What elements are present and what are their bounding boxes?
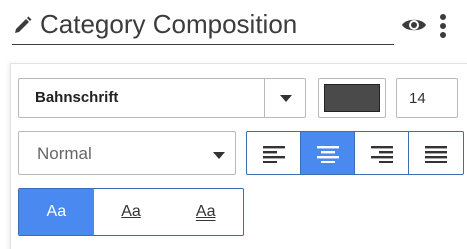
text-format-panel-root: Category Composition Bahnschrift 14 Norm… <box>0 0 467 249</box>
align-justify-button[interactable] <box>409 132 463 174</box>
align-right-button[interactable] <box>355 132 409 174</box>
select-divider <box>264 79 265 117</box>
align-justify-icon <box>425 146 447 163</box>
font-weight-value: Normal <box>37 144 92 163</box>
font-size-value: 14 <box>409 90 426 107</box>
font-color-picker[interactable] <box>318 78 386 118</box>
align-right-icon <box>371 146 393 163</box>
font-size-input[interactable]: 14 <box>396 78 458 118</box>
text-style-double-underline-label: Aa <box>195 203 216 220</box>
text-style-normal-button[interactable]: Aa <box>19 189 94 235</box>
text-align-group <box>246 131 464 175</box>
font-weight-select[interactable]: Normal <box>18 131 236 175</box>
more-vertical-icon[interactable] <box>436 11 450 41</box>
pencil-icon[interactable] <box>12 14 34 36</box>
title-field[interactable]: Category Composition <box>40 5 297 43</box>
font-family-select[interactable]: Bahnschrift <box>18 78 306 118</box>
text-style-double-underline-button[interactable]: Aa <box>168 189 243 235</box>
align-center-button[interactable] <box>301 132 355 174</box>
align-center-icon <box>317 146 339 163</box>
caret-down-icon <box>280 91 292 103</box>
align-left-button[interactable] <box>247 132 301 174</box>
font-family-value: Bahnschrift <box>35 89 119 106</box>
color-swatch <box>324 84 380 112</box>
text-style-underline-button[interactable]: Aa <box>94 189 169 235</box>
text-style-normal-label: Aa <box>46 203 67 220</box>
align-left-icon <box>263 146 285 163</box>
text-style-underline-label: Aa <box>121 203 141 220</box>
header: Category Composition <box>0 0 467 52</box>
title-underline <box>12 44 394 45</box>
text-style-group: Aa Aa Aa <box>18 188 244 236</box>
caret-down-icon <box>213 148 225 160</box>
eye-icon[interactable] <box>400 13 428 37</box>
